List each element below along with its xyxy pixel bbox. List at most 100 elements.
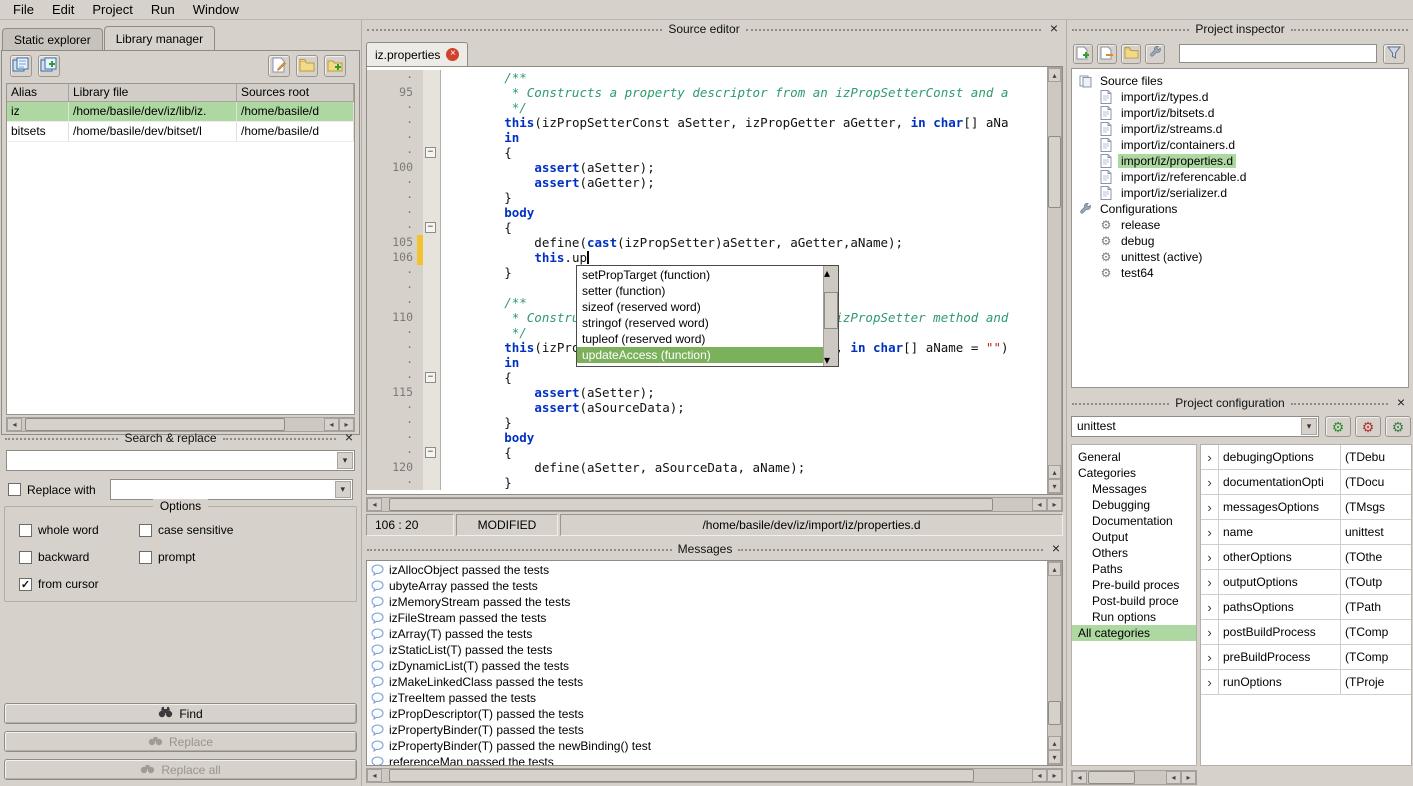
expand-row-icon[interactable]: › xyxy=(1201,620,1219,644)
editor-vscrollbar[interactable]: ▴ ▴ ▾ xyxy=(1047,67,1062,494)
message-item[interactable]: izAllocObject passed the tests xyxy=(370,562,1047,578)
scroll-right-arrow[interactable]: ▸ xyxy=(1047,498,1062,511)
code-text[interactable]: { xyxy=(441,145,1047,160)
tree-item-import-iz-types-d[interactable]: import/iz/types.d xyxy=(1072,89,1408,105)
code-text[interactable]: assert(aSetter); xyxy=(441,385,1047,400)
completion-vscrollbar[interactable]: ▴ ▾ xyxy=(823,266,838,366)
column-header-library-file[interactable]: Library file xyxy=(69,84,237,101)
whole-word-checkbox[interactable] xyxy=(19,524,32,537)
code-text[interactable]: define(cast(izPropSetter)aSetter, aGette… xyxy=(441,235,1047,250)
backward-checkbox[interactable] xyxy=(19,551,32,564)
category-messages[interactable]: Messages xyxy=(1072,481,1196,497)
scroll-left-arrow[interactable]: ◂ xyxy=(1032,498,1047,511)
code-text[interactable]: assert(aSetter); xyxy=(441,160,1047,175)
filter-button[interactable] xyxy=(1383,44,1405,64)
code-text[interactable]: body xyxy=(441,430,1047,445)
fold-icon[interactable]: − xyxy=(425,222,436,233)
add-config-button[interactable]: ⚙ xyxy=(1325,416,1351,437)
replace-with-checkbox[interactable] xyxy=(8,483,21,496)
property-value[interactable]: (TComp xyxy=(1341,645,1411,669)
property-name[interactable]: runOptions xyxy=(1219,670,1341,694)
property-value[interactable]: unittest xyxy=(1341,520,1411,544)
tree-item-import-iz-streams-d[interactable]: import/iz/streams.d xyxy=(1072,121,1408,137)
scroll-up-arrow[interactable]: ▴ xyxy=(1048,465,1061,479)
column-header-sources-root[interactable]: Sources root xyxy=(237,84,354,101)
code-text[interactable]: } xyxy=(441,475,1047,490)
fold-icon[interactable]: − xyxy=(425,372,436,383)
tab-library-manager[interactable]: Library manager xyxy=(104,26,215,50)
editor-hscrollbar[interactable]: ◂ ◂ ▸ xyxy=(366,497,1063,512)
category-post-build-proce[interactable]: Post-build proce xyxy=(1072,593,1196,609)
tree-item-import-iz-bitsets-d[interactable]: import/iz/bitsets.d xyxy=(1072,105,1408,121)
scroll-left-arrow[interactable]: ◂ xyxy=(367,498,382,511)
code-text[interactable]: assert(aGetter); xyxy=(441,175,1047,190)
tree-item-unittest-active[interactable]: ⚙unittest (active) xyxy=(1072,249,1408,265)
category-paths[interactable]: Paths xyxy=(1072,561,1196,577)
code-text[interactable]: in xyxy=(441,130,1047,145)
open-project-folder-button[interactable] xyxy=(1121,44,1141,64)
remove-source-button[interactable] xyxy=(1097,44,1117,64)
chevron-down-icon[interactable]: ▾ xyxy=(1301,418,1317,435)
scrollbar-thumb[interactable] xyxy=(1088,771,1135,784)
add-source-button[interactable] xyxy=(1073,44,1093,64)
category-all-categories[interactable]: All categories xyxy=(1072,625,1196,641)
find-button[interactable]: Find xyxy=(4,703,357,724)
table-row[interactable]: iz/home/basile/dev/iz/lib/iz./home/basil… xyxy=(7,102,354,122)
property-value[interactable]: (TPath xyxy=(1341,595,1411,619)
message-item[interactable]: izMemoryStream passed the tests xyxy=(370,594,1047,610)
property-value[interactable]: (TDocu xyxy=(1341,470,1411,494)
expand-row-icon[interactable]: › xyxy=(1201,520,1219,544)
tree-item-test64[interactable]: ⚙test64 xyxy=(1072,265,1408,281)
message-item[interactable]: ubyteArray passed the tests xyxy=(370,578,1047,594)
category-documentation[interactable]: Documentation xyxy=(1072,513,1196,529)
chevron-down-icon[interactable]: ▾ xyxy=(337,452,353,469)
message-item[interactable]: izDynamicList(T) passed the tests xyxy=(370,658,1047,674)
completion-item[interactable]: tupleof (reserved word) xyxy=(577,331,823,347)
category-categories[interactable]: Categories xyxy=(1072,465,1196,481)
scrollbar-track[interactable] xyxy=(1048,82,1061,465)
scroll-left-arrow[interactable]: ◂ xyxy=(1166,771,1181,784)
scroll-right-arrow[interactable]: ▸ xyxy=(1047,769,1062,782)
expand-row-icon[interactable]: › xyxy=(1201,545,1219,569)
scroll-up-arrow[interactable]: ▴ xyxy=(1048,562,1061,576)
scroll-up-arrow[interactable]: ▴ xyxy=(1048,736,1061,750)
scrollbar-track[interactable] xyxy=(1087,771,1166,784)
completion-item[interactable]: setPropTarget (function) xyxy=(577,267,823,283)
property-name[interactable]: postBuildProcess xyxy=(1219,620,1341,644)
scrollbar-thumb[interactable] xyxy=(1048,136,1061,209)
expand-row-icon[interactable]: › xyxy=(1201,445,1219,469)
completion-item[interactable]: sizeof (reserved word) xyxy=(577,299,823,315)
menu-project[interactable]: Project xyxy=(83,0,141,20)
property-name[interactable]: messagesOptions xyxy=(1219,495,1341,519)
expand-row-icon[interactable]: › xyxy=(1201,470,1219,494)
completion-item[interactable]: setter (function) xyxy=(577,283,823,299)
property-value[interactable]: (TDebu xyxy=(1341,445,1411,469)
scroll-left-arrow[interactable]: ◂ xyxy=(1072,771,1087,784)
tree-item-source-files[interactable]: Source files xyxy=(1072,73,1408,89)
chevron-down-icon[interactable]: ▾ xyxy=(335,481,351,498)
category-debugging[interactable]: Debugging xyxy=(1072,497,1196,513)
from-cursor-checkbox[interactable]: ✓ xyxy=(19,578,32,591)
code-text[interactable]: this.up xyxy=(441,250,1047,265)
property-value[interactable]: (TProje xyxy=(1341,670,1411,694)
message-item[interactable]: izStaticList(T) passed the tests xyxy=(370,642,1047,658)
replace-button[interactable]: Replace xyxy=(4,731,357,752)
property-value[interactable]: (TOutp xyxy=(1341,570,1411,594)
remove-config-button[interactable]: ⚙ xyxy=(1355,416,1381,437)
category-others[interactable]: Others xyxy=(1072,545,1196,561)
open-library-file-button[interactable] xyxy=(296,55,318,77)
tree-item-import-iz-serializer-d[interactable]: import/iz/serializer.d xyxy=(1072,185,1408,201)
close-source-editor-button[interactable]: × xyxy=(1047,22,1061,36)
property-name[interactable]: pathsOptions xyxy=(1219,595,1341,619)
clone-config-button[interactable]: ⚙ xyxy=(1385,416,1411,437)
expand-row-icon[interactable]: › xyxy=(1201,595,1219,619)
tree-item-release[interactable]: ⚙release xyxy=(1072,217,1408,233)
message-item[interactable]: izArray(T) passed the tests xyxy=(370,626,1047,642)
message-item[interactable]: izPropertyBinder(T) passed the tests xyxy=(370,722,1047,738)
scrollbar-track[interactable] xyxy=(824,279,838,353)
close-messages-button[interactable]: × xyxy=(1049,542,1063,556)
inspector-filter-input[interactable] xyxy=(1179,44,1377,63)
code-text[interactable]: * Constructs a property descriptor from … xyxy=(441,85,1047,100)
tree-item-configurations[interactable]: Configurations xyxy=(1072,201,1408,217)
code-text[interactable]: body xyxy=(441,205,1047,220)
